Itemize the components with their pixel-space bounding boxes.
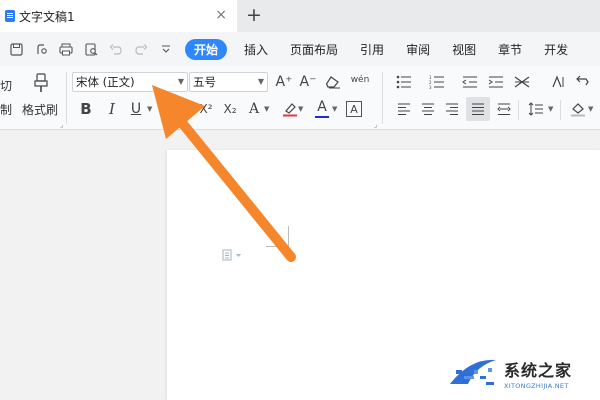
- arrow-shaft: [178, 119, 296, 262]
- watermark: 系统之家 XITONGZHIJIA.NET: [446, 354, 572, 392]
- site-logo-icon: [450, 359, 496, 385]
- watermark-title: 系统之家: [504, 360, 573, 380]
- annotation-arrow-icon: [152, 85, 296, 262]
- arrow-head: [152, 85, 205, 139]
- watermark-url: XITONGZHIJIA.NET: [504, 381, 569, 390]
